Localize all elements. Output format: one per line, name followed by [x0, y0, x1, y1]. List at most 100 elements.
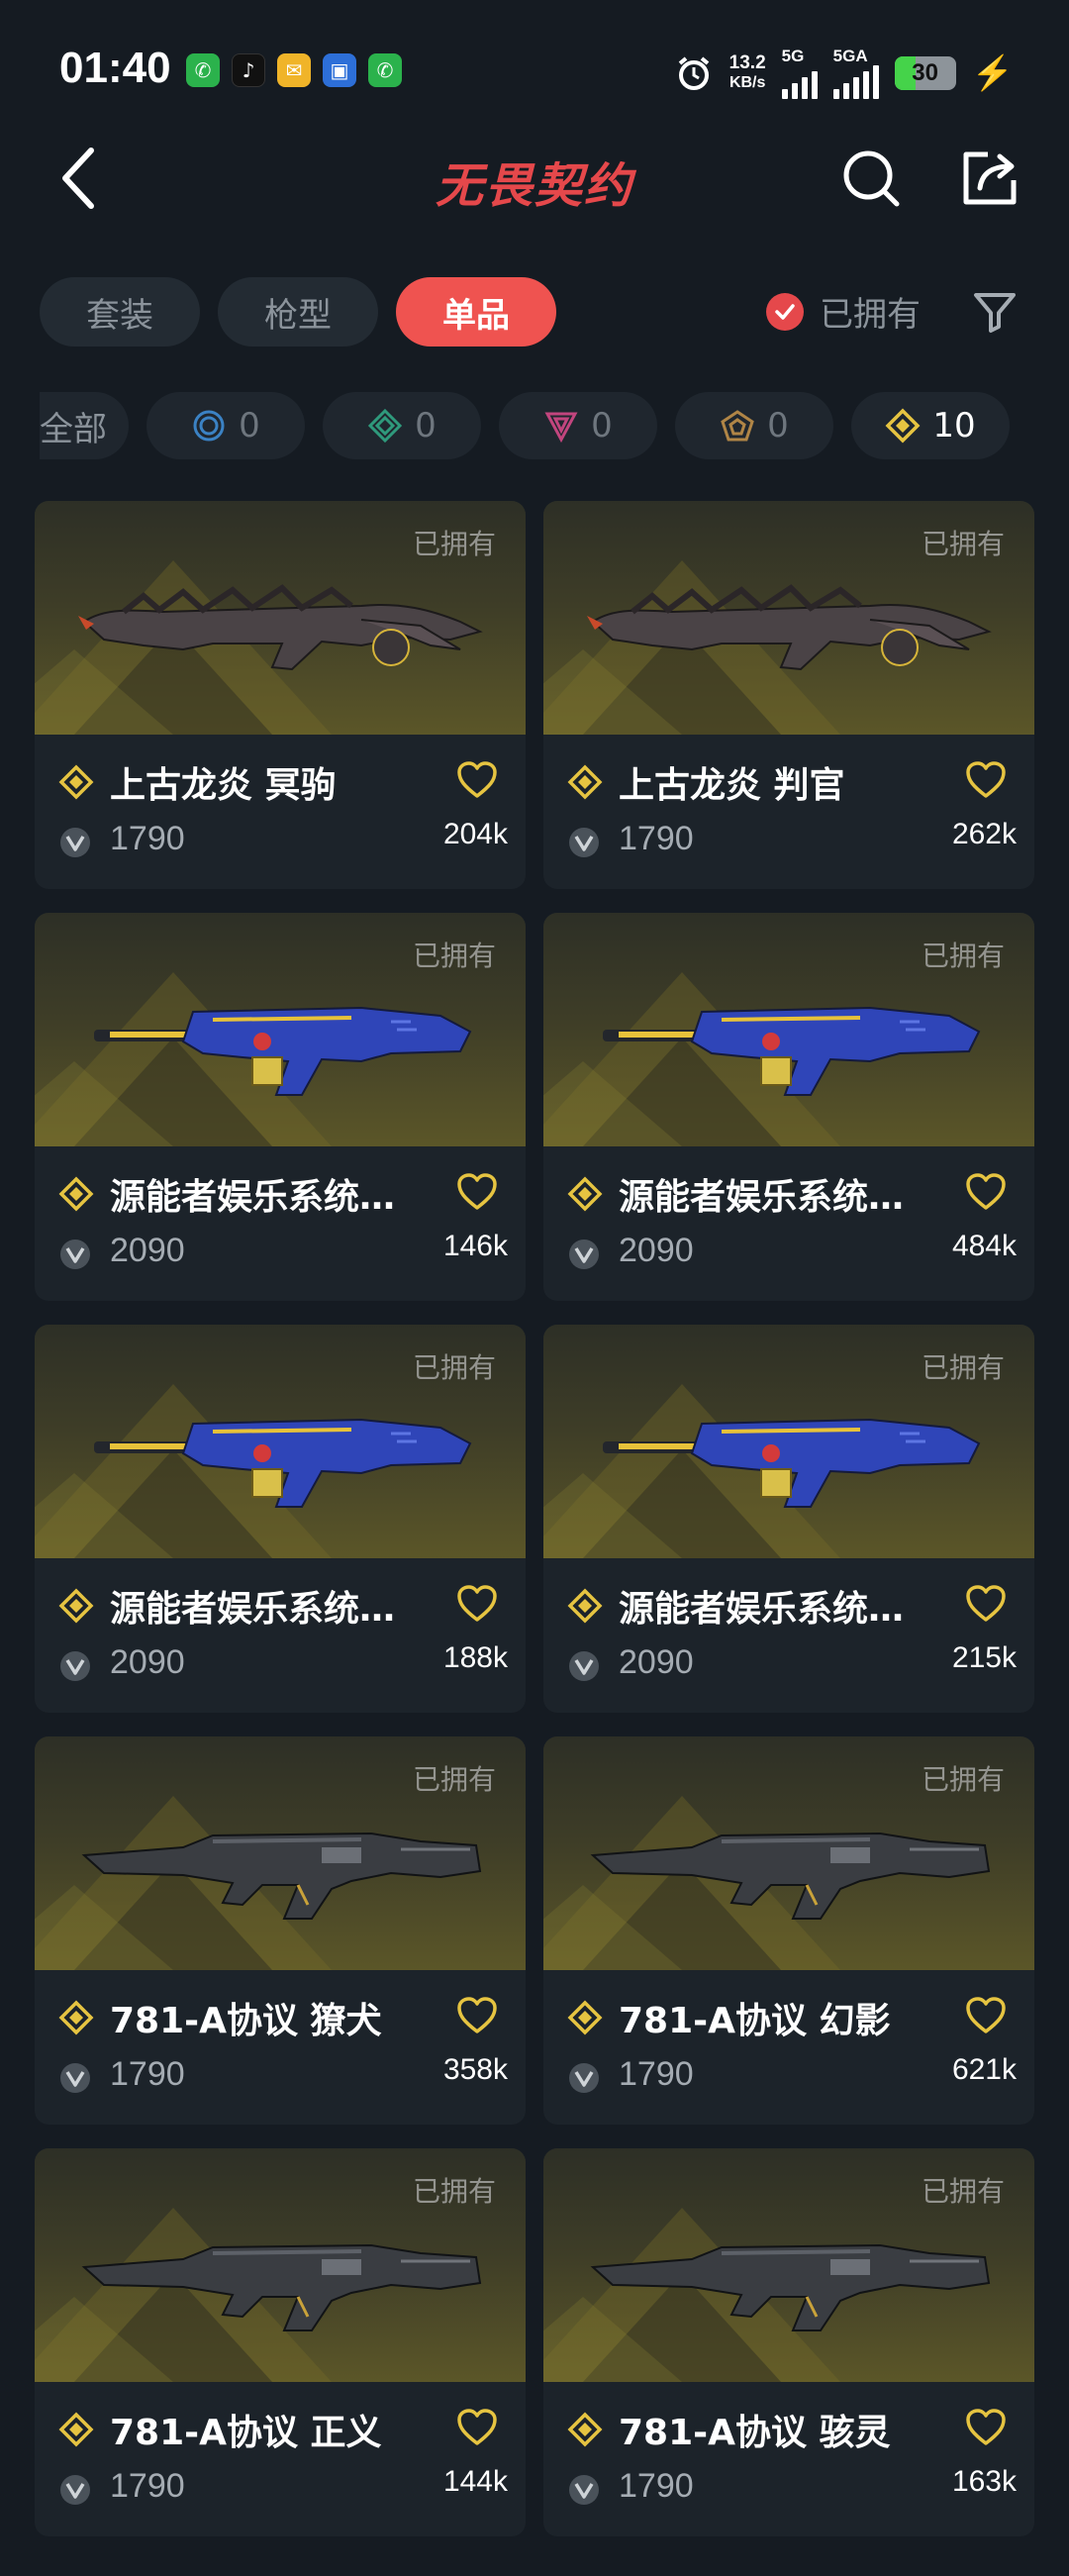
item-price: 1790: [619, 820, 694, 857]
messages-icon: ▣: [323, 53, 356, 87]
premium-diamond-icon: [567, 764, 603, 800]
item-image: 已拥有: [35, 2148, 526, 2382]
item-price: 2090: [110, 1232, 185, 1269]
item-image: 已拥有: [543, 1325, 1034, 1558]
like-count: 163k: [951, 2465, 1017, 2498]
vp-currency-icon: [60, 1239, 90, 1269]
like-count: 144k: [442, 2465, 508, 2498]
item-price: 1790: [110, 2467, 185, 2505]
item-card[interactable]: 已拥有 源能者娱乐系统… 2090 188k: [35, 1325, 526, 1713]
item-name: 源能者娱乐系统…: [619, 1589, 905, 1630]
item-card[interactable]: 已拥有 源能者娱乐系统… 2090 484k: [543, 913, 1034, 1301]
like-count: 262k: [951, 818, 1017, 850]
wechat-icon: ✆: [368, 53, 402, 87]
premium-diamond-icon: [58, 1588, 94, 1624]
premium-diamond-icon: [567, 1176, 603, 1212]
heart-icon[interactable]: [456, 2408, 498, 2447]
weapon-skin-image: [603, 1418, 981, 1508]
like-count: 204k: [442, 818, 508, 850]
search-button[interactable]: [831, 139, 911, 218]
item-image: 已拥有: [543, 2148, 1034, 2382]
weapon-skin-image: [94, 1418, 472, 1508]
search-icon: [843, 150, 900, 207]
premium-diamond-icon: [58, 2000, 94, 2035]
item-card[interactable]: 已拥有 源能者娱乐系统… 2090 215k: [543, 1325, 1034, 1713]
vp-currency-icon: [60, 828, 90, 857]
share-button[interactable]: [950, 139, 1029, 218]
diamond-tier-icon: [368, 408, 403, 444]
premium-diamond-icon: [567, 2412, 603, 2447]
heart-icon[interactable]: [965, 2408, 1007, 2447]
owned-tag: 已拥有: [921, 940, 1005, 972]
rarity-chip-all[interactable]: 全部: [40, 392, 129, 459]
vp-currency-icon: [60, 1651, 90, 1681]
item-card[interactable]: 已拥有 781-A协议 骇灵 1790 163k: [543, 2148, 1034, 2536]
like-count: 146k: [442, 1230, 508, 1262]
item-price: 1790: [110, 2055, 185, 2093]
item-name: 上古龙炎 冥驹: [110, 765, 337, 806]
item-name: 上古龙炎 判官: [619, 765, 845, 806]
like-count: 215k: [951, 1641, 1017, 1674]
weapon-skin-image: [587, 584, 992, 671]
item-name: 781-A协议 正义: [110, 2413, 382, 2453]
weapon-skin-image: [81, 2243, 482, 2331]
heart-icon[interactable]: [965, 1584, 1007, 1624]
tiktok-icon: ♪: [232, 53, 265, 87]
heart-icon[interactable]: [456, 1172, 498, 1212]
heart-icon[interactable]: [456, 760, 498, 800]
filter-button[interactable]: [970, 287, 1020, 337]
item-card[interactable]: 已拥有 上古龙炎 冥驹 1790 204k: [35, 501, 526, 889]
share-icon: [963, 151, 1017, 205]
system-indicators: 13.2 KB/s 5G 5GA 30 ⚡: [674, 48, 1014, 99]
heart-icon[interactable]: [965, 1996, 1007, 2035]
rarity-chip-premium[interactable]: 0: [499, 392, 657, 459]
tab-single-items[interactable]: 单品: [396, 277, 556, 347]
like-count: 188k: [442, 1641, 508, 1674]
category-tabs: 套装 枪型 单品: [40, 277, 556, 347]
item-image: 已拥有: [35, 1736, 526, 1970]
item-image: 已拥有: [543, 501, 1034, 735]
owned-tag: 已拥有: [412, 940, 496, 972]
item-price: 1790: [619, 2467, 694, 2505]
item-price: 1790: [110, 820, 185, 857]
item-card[interactable]: 已拥有 781-A协议 幻影 1790 621k: [543, 1736, 1034, 2125]
item-card[interactable]: 已拥有 781-A协议 獠犬 1790 358k: [35, 1736, 526, 2125]
heart-icon[interactable]: [456, 1996, 498, 2035]
rarity-chip-select[interactable]: 0: [146, 392, 305, 459]
premium-diamond-icon: [58, 1176, 94, 1212]
owned-toggle[interactable]: 已拥有: [766, 287, 921, 336]
vp-currency-icon: [60, 2063, 90, 2093]
item-card[interactable]: 已拥有 上古龙炎 判官 1790 262k: [543, 501, 1034, 889]
rarity-chip-deluxe[interactable]: 0: [323, 392, 481, 459]
item-name: 781-A协议 幻影: [619, 2001, 891, 2041]
rarity-chip-exclusive[interactable]: 0: [675, 392, 833, 459]
owned-tag: 已拥有: [412, 2175, 496, 2208]
weapon-skin-image: [78, 584, 483, 671]
heart-icon[interactable]: [965, 1172, 1007, 1212]
premium-diamond-icon: [58, 764, 94, 800]
like-count: 484k: [951, 1230, 1017, 1262]
tab-weapon-type[interactable]: 枪型: [218, 277, 378, 347]
battery-indicator: 30: [894, 56, 956, 90]
item-card[interactable]: 已拥有 781-A协议 正义 1790 144k: [35, 2148, 526, 2536]
premium-diamond-icon: [567, 1588, 603, 1624]
rarity-filter-bar: 全部 0 0 0 0 10: [40, 392, 1029, 459]
like-count: 358k: [442, 2053, 508, 2086]
owned-tag: 已拥有: [921, 2175, 1005, 2208]
item-price: 2090: [619, 1232, 694, 1269]
alarm-icon: [678, 56, 709, 90]
item-card[interactable]: 已拥有 源能者娱乐系统… 2090 146k: [35, 913, 526, 1301]
premium-diamond-icon: [567, 2000, 603, 2035]
heart-icon[interactable]: [965, 760, 1007, 800]
owned-tag: 已拥有: [412, 528, 496, 560]
tab-bundles[interactable]: 套装: [40, 277, 200, 347]
rarity-chip-ultra[interactable]: 10: [851, 392, 1010, 459]
owned-tag: 已拥有: [921, 1351, 1005, 1384]
heart-icon[interactable]: [456, 1584, 498, 1624]
triangle-tier-icon: [544, 412, 578, 444]
owned-tag: 已拥有: [412, 1351, 496, 1384]
app-header: 无畏契约: [0, 139, 1069, 277]
item-price: 1790: [619, 2055, 694, 2093]
wechat-icon: ✆: [186, 53, 220, 87]
item-image: 已拥有: [543, 913, 1034, 1146]
